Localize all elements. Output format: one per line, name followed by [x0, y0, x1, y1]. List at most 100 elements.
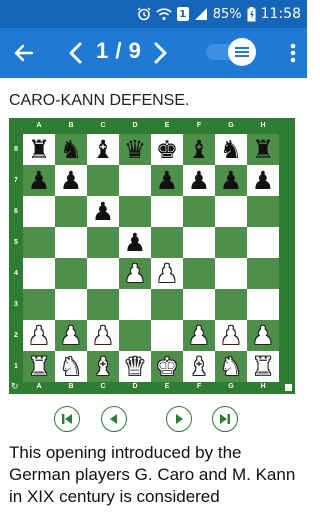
square-h2[interactable]: ♟: [247, 320, 279, 351]
square-b8[interactable]: ♞: [55, 134, 87, 165]
white-knight-icon[interactable]: ♞: [60, 354, 82, 379]
mode-toggle[interactable]: [206, 38, 256, 66]
square-e8[interactable]: ♚: [151, 134, 183, 165]
square-b5[interactable]: [55, 227, 87, 258]
last-move-button[interactable]: [212, 406, 238, 432]
square-c7[interactable]: [87, 165, 119, 196]
square-e6[interactable]: [151, 196, 183, 227]
square-d6[interactable]: [119, 196, 151, 227]
square-e4[interactable]: ♟: [151, 258, 183, 289]
square-a3[interactable]: [23, 289, 55, 320]
square-f2[interactable]: ♟: [183, 320, 215, 351]
black-pawn-icon[interactable]: ♟: [28, 168, 50, 193]
white-pawn-icon[interactable]: ♟: [92, 323, 114, 348]
square-h6[interactable]: [247, 196, 279, 227]
square-a1[interactable]: ♜: [23, 351, 55, 382]
white-pawn-icon[interactable]: ♟: [124, 261, 146, 286]
white-king-icon[interactable]: ♚: [156, 354, 178, 379]
square-c6[interactable]: ♟: [87, 196, 119, 227]
square-d4[interactable]: ♟: [119, 258, 151, 289]
square-d2[interactable]: [119, 320, 151, 351]
square-d5[interactable]: ♟: [119, 227, 151, 258]
black-king-icon[interactable]: ♚: [156, 137, 178, 162]
square-a7[interactable]: ♟: [23, 165, 55, 196]
chevron-left-icon[interactable]: [66, 41, 86, 65]
white-rook-icon[interactable]: ♜: [28, 354, 50, 379]
square-e5[interactable]: [151, 227, 183, 258]
rotate-board-icon[interactable]: ↻: [11, 382, 21, 392]
black-pawn-icon[interactable]: ♟: [252, 168, 274, 193]
square-d3[interactable]: [119, 289, 151, 320]
square-a6[interactable]: [23, 196, 55, 227]
square-g6[interactable]: [215, 196, 247, 227]
square-d7[interactable]: [119, 165, 151, 196]
square-h8[interactable]: ♜: [247, 134, 279, 165]
black-queen-icon[interactable]: ♛: [124, 137, 146, 162]
white-pawn-icon[interactable]: ♟: [60, 323, 82, 348]
chess-board[interactable]: ♜ ♞ ♝ ♛ ♚ ♝ ♞ ♜ ♟ ♟ ♟ ♟ ♟ ♟ ♟ ♟ ♟ ♟ ♟ ♟ ♟ ♟ ♟ ♟ ♜ ♞ ♝ ♛ ♚ ♝ ♞ ♜: [23, 134, 279, 382]
square-a5[interactable]: [23, 227, 55, 258]
black-pawn-icon[interactable]: ♟: [92, 199, 114, 224]
square-h3[interactable]: [247, 289, 279, 320]
white-knight-icon[interactable]: ♞: [220, 354, 242, 379]
square-e1[interactable]: ♚: [151, 351, 183, 382]
chevron-right-icon[interactable]: [150, 41, 170, 65]
square-c2[interactable]: ♟: [87, 320, 119, 351]
black-knight-icon[interactable]: ♞: [220, 137, 242, 162]
square-c1[interactable]: ♝: [87, 351, 119, 382]
square-h4[interactable]: [247, 258, 279, 289]
square-b3[interactable]: [55, 289, 87, 320]
next-move-button[interactable]: [166, 406, 192, 432]
black-pawn-icon[interactable]: ♟: [60, 168, 82, 193]
black-pawn-icon[interactable]: ♟: [188, 168, 210, 193]
white-bishop-icon[interactable]: ♝: [92, 354, 114, 379]
square-f6[interactable]: [183, 196, 215, 227]
white-pawn-icon[interactable]: ♟: [220, 323, 242, 348]
square-d8[interactable]: ♛: [119, 134, 151, 165]
square-b1[interactable]: ♞: [55, 351, 87, 382]
first-move-button[interactable]: [54, 406, 80, 432]
square-f7[interactable]: ♟: [183, 165, 215, 196]
white-pawn-icon[interactable]: ♟: [252, 323, 274, 348]
square-f5[interactable]: [183, 227, 215, 258]
square-c3[interactable]: [87, 289, 119, 320]
square-f4[interactable]: [183, 258, 215, 289]
square-g5[interactable]: [215, 227, 247, 258]
square-b2[interactable]: ♟: [55, 320, 87, 351]
square-h1[interactable]: ♜: [247, 351, 279, 382]
square-g7[interactable]: ♟: [215, 165, 247, 196]
previous-move-button[interactable]: [101, 406, 127, 432]
black-bishop-icon[interactable]: ♝: [92, 137, 114, 162]
square-g3[interactable]: [215, 289, 247, 320]
square-g4[interactable]: [215, 258, 247, 289]
black-knight-icon[interactable]: ♞: [60, 137, 82, 162]
square-c5[interactable]: [87, 227, 119, 258]
white-bishop-icon[interactable]: ♝: [188, 354, 210, 379]
square-f8[interactable]: ♝: [183, 134, 215, 165]
white-rook-icon[interactable]: ♜: [252, 354, 274, 379]
square-d1[interactable]: ♛: [119, 351, 151, 382]
square-a8[interactable]: ♜: [23, 134, 55, 165]
black-pawn-icon[interactable]: ♟: [156, 168, 178, 193]
square-e2[interactable]: [151, 320, 183, 351]
square-g1[interactable]: ♞: [215, 351, 247, 382]
black-pawn-icon[interactable]: ♟: [220, 168, 242, 193]
black-bishop-icon[interactable]: ♝: [188, 137, 210, 162]
square-a4[interactable]: [23, 258, 55, 289]
square-g8[interactable]: ♞: [215, 134, 247, 165]
square-c4[interactable]: [87, 258, 119, 289]
white-pawn-icon[interactable]: ♟: [156, 261, 178, 286]
white-queen-icon[interactable]: ♛: [124, 354, 146, 379]
square-e3[interactable]: [151, 289, 183, 320]
square-g2[interactable]: ♟: [215, 320, 247, 351]
square-f3[interactable]: [183, 289, 215, 320]
square-e7[interactable]: ♟: [151, 165, 183, 196]
square-a2[interactable]: ♟: [23, 320, 55, 351]
more-vert-icon[interactable]: [285, 41, 301, 65]
arrow-left-icon[interactable]: [12, 41, 36, 65]
square-h5[interactable]: [247, 227, 279, 258]
black-rook-icon[interactable]: ♜: [28, 137, 50, 162]
black-pawn-icon[interactable]: ♟: [124, 230, 146, 255]
square-b7[interactable]: ♟: [55, 165, 87, 196]
white-pawn-icon[interactable]: ♟: [28, 323, 50, 348]
